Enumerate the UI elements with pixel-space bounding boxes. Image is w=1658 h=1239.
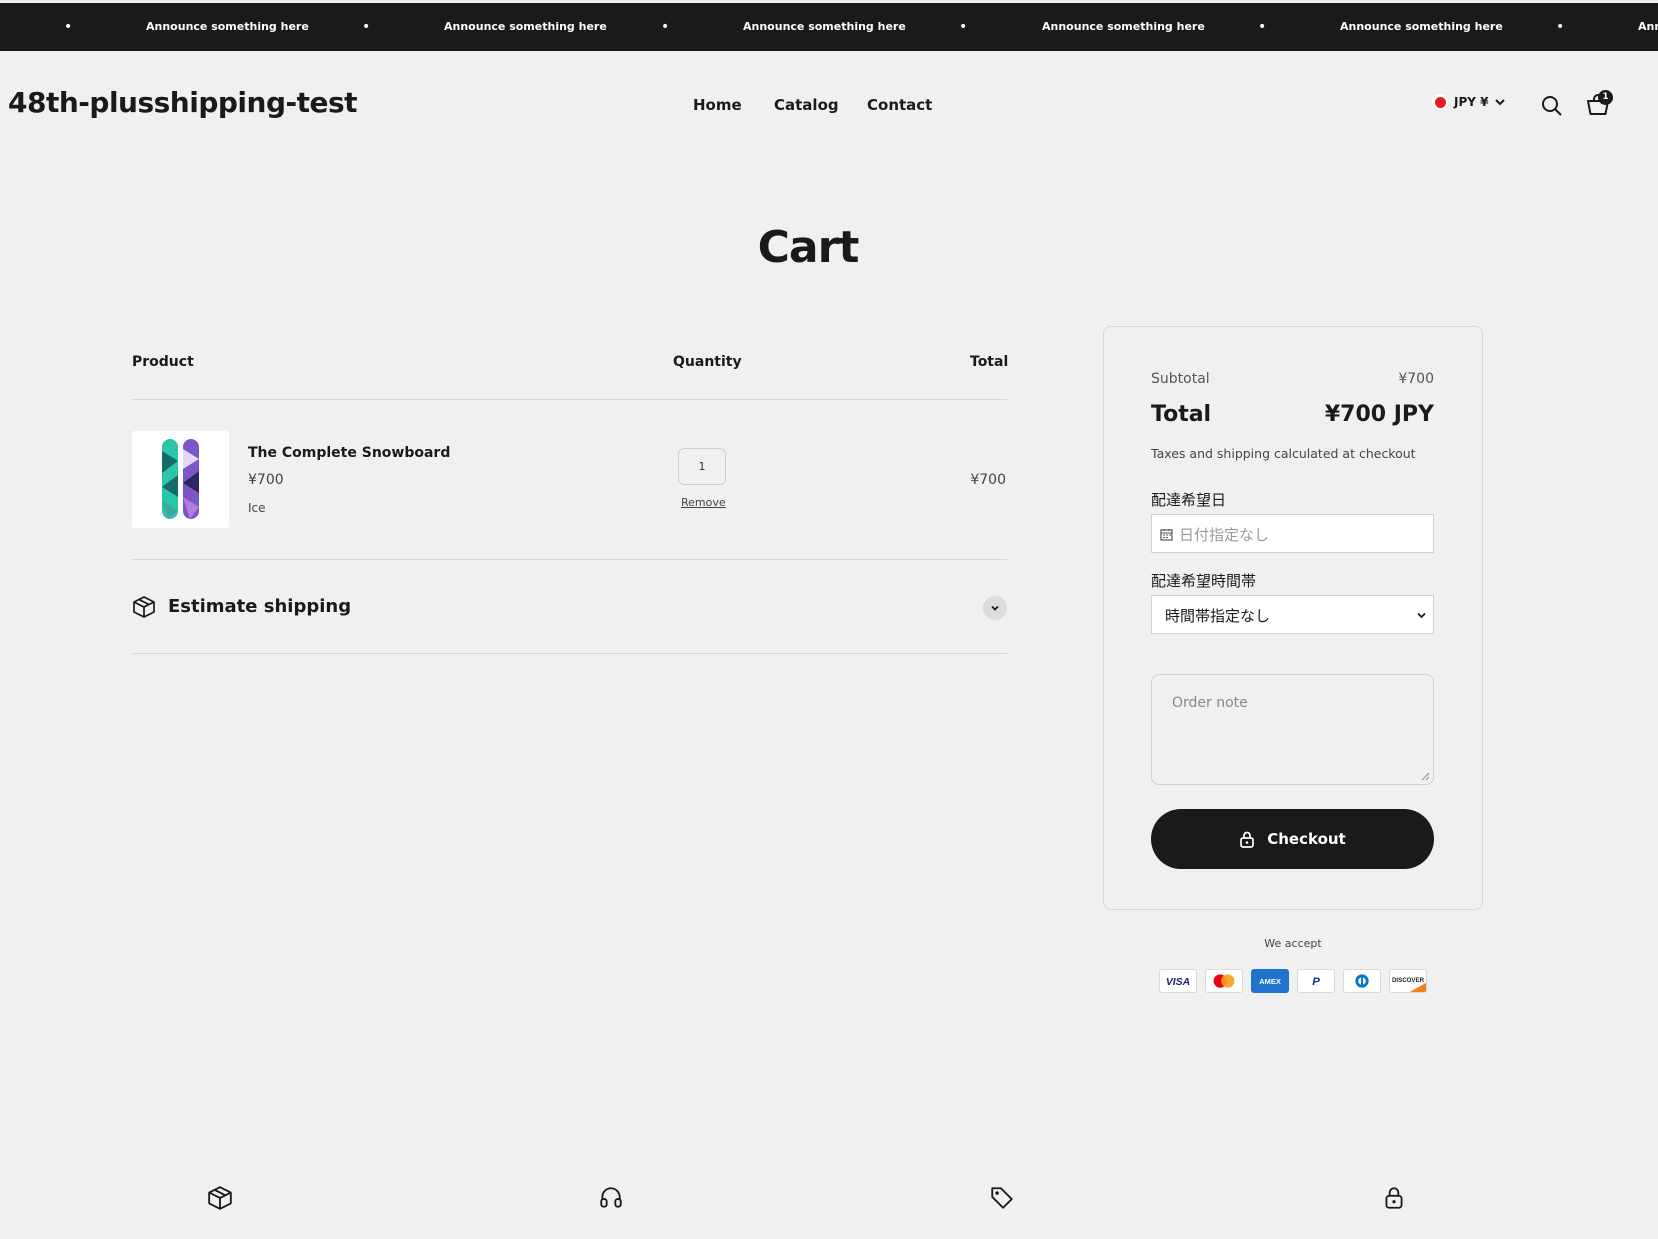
announcement-bar: • Announce something here • Announce som… <box>0 3 1658 51</box>
delivery-date-label: 配達希望日 <box>1151 491 1227 509</box>
announcement-separator: • <box>1258 19 1267 35</box>
product-image[interactable] <box>132 431 229 528</box>
nav-home[interactable]: Home <box>693 96 742 114</box>
delivery-time-select[interactable]: 時間帯指定なし <box>1151 595 1434 634</box>
cart-count-badge: 1 <box>1598 90 1613 105</box>
nav-contact[interactable]: Contact <box>867 96 932 114</box>
box-icon <box>208 1186 232 1210</box>
column-total: Total <box>970 354 1009 370</box>
snowboard-image <box>162 439 199 519</box>
announcement-text: Announce something here <box>743 20 906 33</box>
column-product: Product <box>132 354 194 370</box>
subtotal-value: ¥700 <box>1398 371 1434 387</box>
announcement-text: Announce something here <box>1638 20 1658 33</box>
discover-icon: DISCOVER <box>1389 969 1427 993</box>
divider <box>132 399 1007 400</box>
store-logo[interactable]: 48th-plusshipping-test <box>8 86 358 119</box>
diners-club-icon <box>1343 969 1381 993</box>
checkout-label: Checkout <box>1267 830 1346 848</box>
announcement-separator: • <box>64 19 73 35</box>
divider <box>132 653 1007 654</box>
currency-selector[interactable]: JPY ¥ <box>1432 94 1506 110</box>
estimate-shipping-label: Estimate shipping <box>168 596 352 617</box>
lock-icon <box>1385 1187 1403 1209</box>
announcement-separator: • <box>661 19 670 35</box>
svg-text:P: P <box>1312 976 1320 988</box>
currency-label: JPY ¥ <box>1454 95 1489 109</box>
product-title[interactable]: The Complete Snowboard <box>248 445 450 461</box>
announcement-separator: • <box>1556 19 1565 35</box>
chevron-down-icon <box>1417 612 1426 619</box>
total-label: Total <box>1151 402 1212 427</box>
svg-text:AMEX: AMEX <box>1259 977 1281 986</box>
delivery-time-value: 時間帯指定なし <box>1165 607 1271 625</box>
svg-text:VISA: VISA <box>1166 977 1190 988</box>
divider <box>132 559 1007 560</box>
calendar-icon <box>1160 529 1173 541</box>
page-title: Cart <box>757 222 860 273</box>
we-accept-label: We accept <box>1264 937 1322 950</box>
announcement-separator: • <box>959 19 968 35</box>
checkout-button[interactable]: Checkout <box>1151 809 1434 869</box>
amex-icon: AMEX <box>1251 969 1289 993</box>
paypal-icon: P <box>1297 969 1335 993</box>
product-price: ¥700 <box>248 472 284 488</box>
remove-link[interactable]: Remove <box>681 496 726 509</box>
announcement-text: Announce something here <box>1340 20 1503 33</box>
lock-icon <box>1240 831 1255 848</box>
total-value: ¥700 JPY <box>1324 402 1434 427</box>
chevron-down-icon <box>1495 99 1506 106</box>
line-total: ¥700 <box>970 472 1006 488</box>
search-icon[interactable] <box>1541 95 1563 117</box>
order-note-placeholder: Order note <box>1172 695 1248 711</box>
delivery-date-placeholder: 日付指定なし <box>1179 526 1270 544</box>
delivery-time-label: 配達希望時間帯 <box>1151 572 1257 590</box>
announcement-text: Announce something here <box>444 20 607 33</box>
mastercard-icon <box>1205 969 1243 993</box>
visa-icon: VISA <box>1159 969 1197 993</box>
svg-text:DISCOVER: DISCOVER <box>1392 977 1425 984</box>
subtotal-label: Subtotal <box>1151 371 1210 387</box>
chevron-down-icon <box>983 596 1007 620</box>
headset-icon <box>600 1187 622 1208</box>
announcement-separator: • <box>362 19 371 35</box>
order-note-textarea[interactable]: Order note <box>1151 674 1434 785</box>
tag-icon <box>991 1187 1013 1209</box>
estimate-shipping-toggle[interactable]: Estimate shipping <box>132 593 1007 621</box>
tax-note: Taxes and shipping calculated at checkou… <box>1151 446 1416 461</box>
japan-flag-icon <box>1432 94 1448 110</box>
box-icon <box>133 596 155 618</box>
product-variant: Ice <box>248 501 266 515</box>
announcement-text: Announce something here <box>146 20 309 33</box>
column-quantity: Quantity <box>673 354 742 370</box>
announcement-text: Announce something here <box>1042 20 1205 33</box>
nav-catalog[interactable]: Catalog <box>774 96 839 114</box>
resize-handle-icon[interactable] <box>1420 771 1430 781</box>
delivery-date-input[interactable]: 日付指定なし <box>1151 514 1434 553</box>
quantity-input[interactable] <box>678 448 726 485</box>
